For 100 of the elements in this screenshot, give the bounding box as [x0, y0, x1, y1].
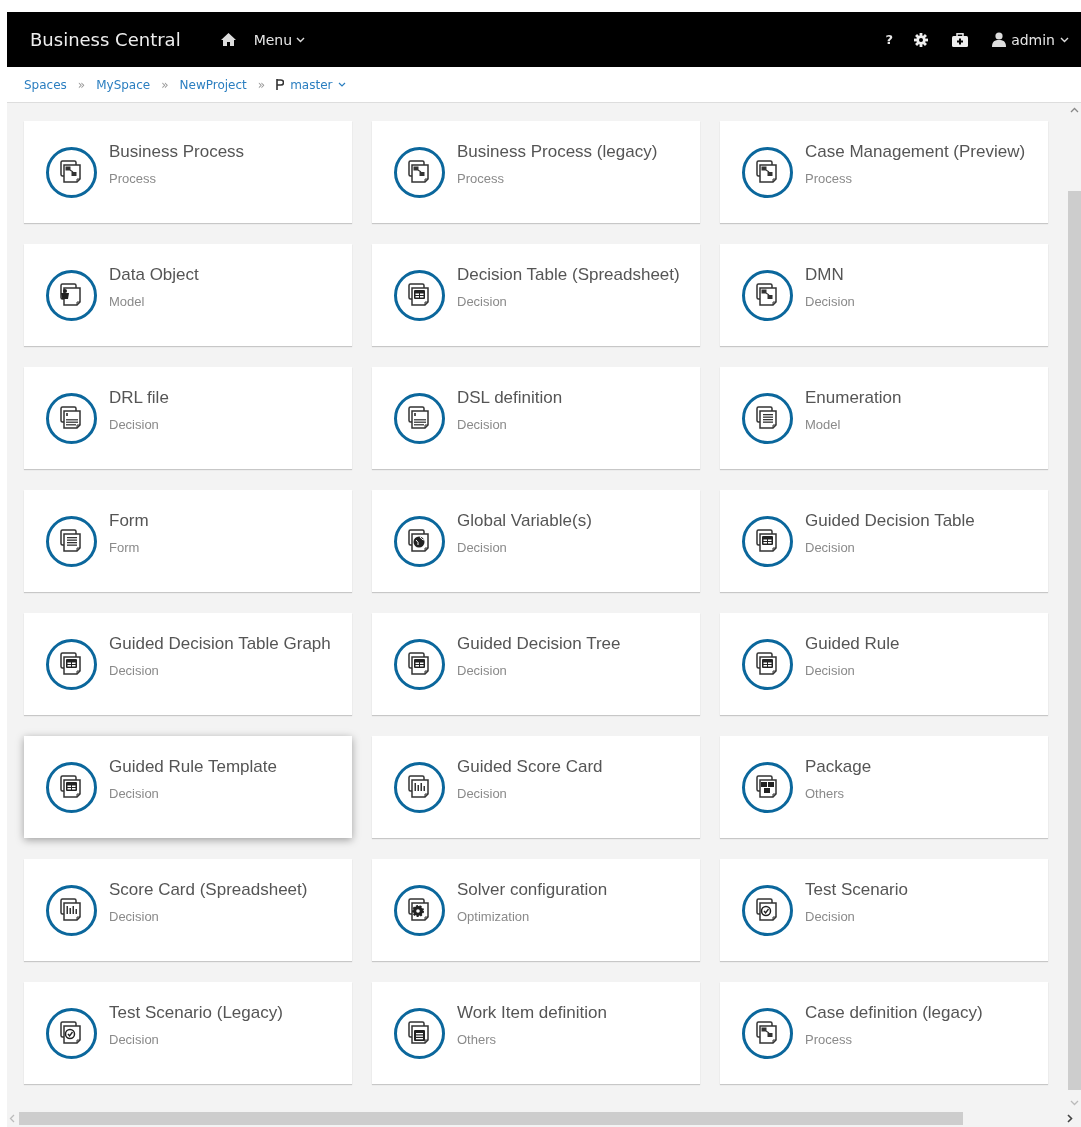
asset-card[interactable]: Guided Score Card Decision [372, 736, 700, 838]
asset-card[interactable]: Data Object Model [24, 244, 352, 346]
card-category: Decision [109, 417, 160, 432]
asset-card[interactable]: DRL file Decision [24, 367, 352, 469]
card-category: Decision [457, 786, 508, 801]
card-title: Solver configuration [457, 880, 608, 900]
asset-card[interactable]: Score Card (Spreadsheet) Decision [24, 859, 352, 961]
asset-card[interactable]: Solver configuration Optimization [372, 859, 700, 961]
diagram-document-icon [742, 270, 793, 321]
form-document-icon [46, 516, 97, 567]
card-title: DRL file [109, 388, 169, 408]
card-title: Score Card (Spreadsheet) [109, 880, 308, 900]
medical-kit-icon[interactable] [952, 32, 969, 47]
asset-card[interactable]: Test Scenario (Legacy) Decision [24, 982, 352, 1084]
asset-card[interactable]: DSL definition Decision [372, 367, 700, 469]
card-title: Decision Table (Spreadsheet) [457, 265, 680, 285]
asset-card[interactable]: Business Process Process [24, 121, 352, 223]
text-document-icon [394, 393, 445, 444]
card-category: Decision [109, 786, 160, 801]
asset-card[interactable]: Work Item definition Others [372, 982, 700, 1084]
text-document-icon [46, 393, 97, 444]
help-button[interactable]: ? [885, 32, 894, 47]
caret-icon [338, 82, 347, 87]
asset-card[interactable]: Guided Decision Table Graph Decision [24, 613, 352, 715]
table-document-icon [46, 639, 97, 690]
asset-card[interactable]: Guided Decision Table Decision [720, 490, 1048, 592]
scroll-down-icon[interactable] [1070, 1100, 1079, 1106]
asset-card[interactable]: Enumeration Model [720, 367, 1048, 469]
check-document-icon [742, 885, 793, 936]
table-document-icon [742, 516, 793, 567]
caret-icon [296, 36, 306, 43]
card-title: Guided Score Card [457, 757, 603, 777]
scroll-left-icon[interactable] [9, 1114, 15, 1123]
card-title: Guided Decision Table [805, 511, 975, 531]
asset-card[interactable]: Business Process (legacy) Process [372, 121, 700, 223]
card-title: Business Process (legacy) [457, 142, 658, 162]
diagram-document-icon [46, 147, 97, 198]
bars-document-icon [46, 885, 97, 936]
object-document-icon [46, 270, 97, 321]
user-menu-button[interactable]: admin [992, 31, 1069, 48]
card-category: Optimization [457, 909, 531, 924]
breadcrumb-link[interactable]: NewProject [179, 77, 247, 92]
list-document-icon [742, 393, 793, 444]
card-category: Decision [805, 540, 856, 555]
card-title: Form [109, 511, 149, 531]
breadcrumb-separator: » [77, 77, 86, 92]
menu-button[interactable]: Menu [253, 31, 306, 48]
card-category: Decision [109, 663, 160, 678]
asset-card[interactable]: Case Management (Preview) Process [720, 121, 1048, 223]
card-title: DSL definition [457, 388, 563, 408]
card-category: Decision [805, 663, 856, 678]
card-category: Others [805, 786, 845, 801]
card-title: Guided Rule Template [109, 757, 277, 777]
card-category: Process [457, 171, 505, 186]
stacked-document-icon [394, 1008, 445, 1059]
card-category: Model [109, 294, 146, 309]
card-title: Work Item definition [457, 1003, 607, 1023]
branch-selector[interactable]: master [276, 77, 347, 92]
horizontal-scrollbar[interactable] [7, 1110, 1081, 1127]
card-category: Decision [109, 909, 160, 924]
user-icon [992, 32, 1007, 47]
settings-icon[interactable] [914, 32, 929, 47]
card-title: Data Object [109, 265, 199, 285]
scroll-up-icon[interactable] [1070, 107, 1079, 113]
caret-icon [1060, 36, 1069, 43]
card-title: Test Scenario [805, 880, 908, 900]
diagram-document-icon [742, 1008, 793, 1059]
asset-card[interactable]: Package Others [720, 736, 1048, 838]
card-category: Form [109, 540, 141, 555]
breadcrumb-link[interactable]: MySpace [96, 77, 151, 92]
asset-card[interactable]: Decision Table (Spreadsheet) Decision [372, 244, 700, 346]
home-icon[interactable] [220, 33, 236, 46]
card-title: Business Process [109, 142, 245, 162]
breadcrumb-link[interactable]: Spaces [24, 77, 67, 92]
globe-document-icon [394, 516, 445, 567]
asset-card[interactable]: Guided Rule Template Decision [24, 736, 352, 838]
asset-card[interactable]: Form Form [24, 490, 352, 592]
asset-card[interactable]: Guided Decision Tree Decision [372, 613, 700, 715]
bars-document-icon [394, 762, 445, 813]
card-title: Global Variable(s) [457, 511, 592, 531]
breadcrumb-separator: » [161, 77, 169, 92]
table-document-icon [394, 270, 445, 321]
card-category: Process [109, 171, 157, 186]
card-category: Decision [109, 1032, 160, 1047]
grid-document-icon [742, 639, 793, 690]
card-title: Guided Rule [805, 634, 900, 654]
breadcrumb-separator: » [257, 77, 266, 92]
check-document-icon [46, 1008, 97, 1059]
scroll-right-icon[interactable] [1067, 1114, 1073, 1123]
diagram-document-icon [394, 147, 445, 198]
asset-card[interactable]: Test Scenario Decision [720, 859, 1048, 961]
card-title: Case Management (Preview) [805, 142, 1026, 162]
card-title: Case definition (legacy) [805, 1003, 983, 1023]
branch-icon [276, 79, 285, 90]
card-category: Others [457, 1032, 497, 1047]
card-title: Enumeration [805, 388, 902, 408]
asset-card[interactable]: Guided Rule Decision [720, 613, 1048, 715]
asset-card[interactable]: DMN Decision [720, 244, 1048, 346]
asset-card[interactable]: Case definition (legacy) Process [720, 982, 1048, 1084]
asset-card[interactable]: Global Variable(s) Decision [372, 490, 700, 592]
